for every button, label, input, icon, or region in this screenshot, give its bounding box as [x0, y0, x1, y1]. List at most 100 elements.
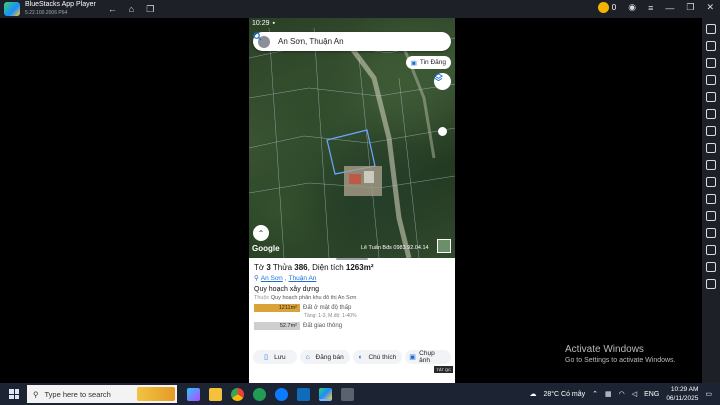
legend-icon: ◐: [358, 353, 363, 361]
tin-dang-button[interactable]: ▣ Tin Đăng: [405, 56, 451, 69]
clock-date: 06/11/2025: [666, 395, 699, 402]
taskbar-search[interactable]: ⚲ Type here to search: [27, 385, 177, 403]
house-icon: ⌂: [305, 353, 310, 361]
settings-icon[interactable]: [706, 262, 716, 272]
volume-icon[interactable]: [706, 41, 716, 51]
search-icon[interactable]: [253, 32, 262, 41]
layers-button[interactable]: [434, 73, 451, 90]
minimize-icon[interactable]: —: [665, 3, 674, 13]
coin-counter[interactable]: 0: [597, 2, 617, 13]
location-search-bar[interactable]: An Sơn, Thuận An: [253, 32, 451, 51]
map-marker-dot[interactable]: [438, 127, 447, 136]
residential-label: Đất ở mật độ thấp: [303, 305, 352, 311]
chrome-icon[interactable]: [231, 387, 244, 401]
sell-button[interactable]: ⌂ Đăng bán: [299, 350, 350, 364]
listing-icon: ▣: [410, 59, 417, 67]
google-logo: Google: [252, 244, 280, 253]
speaker-icon[interactable]: ◁: [632, 390, 637, 398]
search-icon: ⚲: [33, 389, 39, 399]
language-indicator[interactable]: ENG: [644, 391, 659, 398]
back-icon[interactable]: ←: [108, 4, 117, 14]
zalo-icon[interactable]: [275, 387, 288, 401]
legend-button[interactable]: ◐ Chú thích: [352, 350, 403, 364]
map-overlay: [249, 27, 455, 258]
window-version: 5.22.100.2006 P64: [25, 10, 68, 16]
weather-icon: ☁: [529, 391, 537, 398]
android-status-bar: 10:29 ▪: [249, 18, 455, 28]
activate-windows-watermark: Activate Windows Go to Settings to activ…: [565, 344, 676, 364]
camera-icon: ▣: [409, 353, 416, 361]
save-button[interactable]: ▯ Lưu: [253, 350, 297, 364]
parcel-address[interactable]: ⚲ An Sơn, Thuận An: [254, 274, 450, 283]
calculator-icon[interactable]: [341, 387, 354, 401]
apk-icon[interactable]: [706, 109, 716, 119]
notifications-icon[interactable]: ▭: [705, 390, 712, 398]
collapse-up-button[interactable]: ⌃: [253, 225, 269, 241]
copilot-icon[interactable]: [187, 387, 200, 401]
outlook-icon[interactable]: [297, 387, 310, 401]
satellite-map[interactable]: 10:29 ▪ An Sơn, Thuận An ▣ Tin Đăng ⌃ Go…: [249, 18, 455, 258]
close-icon[interactable]: ✕: [706, 2, 714, 13]
file-explorer-icon[interactable]: [209, 387, 222, 401]
wifi-icon[interactable]: ◠: [619, 390, 625, 398]
menu-icon[interactable]: ≡: [648, 3, 653, 13]
excel-icon[interactable]: [253, 387, 266, 401]
address-city[interactable]: Thuận An: [289, 275, 317, 282]
screen-icon[interactable]: [706, 58, 716, 68]
fullscreen-icon[interactable]: [706, 24, 716, 34]
layers-icon: [434, 73, 443, 82]
keyboard-icon[interactable]: [706, 75, 716, 85]
location-icon[interactable]: [706, 194, 716, 204]
android-screen: 10:29 ▪ An Sơn, Thuận An ▣ Tin Đăng ⌃ Go…: [249, 18, 455, 383]
planning-row-transport[interactable]: 52.7m² Đất giao thông: [254, 322, 450, 330]
home-icon[interactable]: ⌂: [127, 4, 136, 14]
activate-subtitle: Go to Settings to activate Windows.: [565, 357, 676, 364]
gamepad-icon[interactable]: [706, 92, 716, 102]
windows-start-icon[interactable]: [9, 389, 19, 399]
screenshot-icon[interactable]: [706, 126, 716, 136]
bookmark-icon: ▯: [264, 353, 268, 361]
macro-icon[interactable]: [706, 211, 716, 221]
residential-detail: Tầng: 1-3, M.độ: 1-40%: [304, 313, 357, 319]
clock-time: 10:29 AM: [670, 386, 699, 393]
tin-dang-label: Tin Đăng: [419, 59, 446, 66]
shake-icon[interactable]: [706, 160, 716, 170]
maximize-icon[interactable]: ❐: [686, 2, 694, 13]
status-time: 10:29: [252, 19, 270, 27]
residential-area-bar: 1211m²: [254, 304, 300, 312]
weather-text[interactable]: 28°C Có mây: [543, 391, 585, 398]
bluestacks-logo-icon: [4, 2, 20, 16]
capture-button[interactable]: ▣ Chụp ảnh: [405, 350, 451, 364]
activate-title: Activate Windows: [565, 344, 644, 355]
bluestacks-task-icon[interactable]: [319, 387, 332, 401]
account-icon[interactable]: ◉: [628, 2, 636, 13]
multitask-icon[interactable]: ❐: [146, 4, 155, 14]
planning-source: Thuộc Quy hoạch phân khu đô thị An Sơn: [254, 295, 357, 301]
chevron-up-icon: ⌃: [257, 228, 265, 238]
coin-count: 0: [611, 3, 617, 12]
system-tray: ☁ 28°C Có mây ⌃ ▦ ◠ ◁ ENG 10:29 AM 06/11…: [529, 383, 712, 405]
action-row: ▯ Lưu ⌂ Đăng bán ◐ Chú thích ▣ Chụp ảnh: [253, 350, 451, 364]
address-ward[interactable]: An Sơn: [261, 275, 283, 282]
map-type-thumbnail[interactable]: [437, 239, 451, 253]
rotate-icon[interactable]: [706, 177, 716, 187]
eco-mode-icon[interactable]: [706, 245, 716, 255]
window-title-block: BlueStacks App Player 5.22.100.2006 P64: [25, 1, 96, 17]
ad-off-tag[interactable]: TẮT QC: [434, 366, 453, 373]
windows-taskbar: ⚲ Type here to search ☁ 28°C Có mây ⌃ ▦ …: [0, 383, 720, 405]
taskbar-clock[interactable]: 10:29 AM 06/11/2025: [666, 385, 698, 403]
transport-label: Đất giao thông: [303, 323, 343, 329]
back-nav-icon[interactable]: [706, 279, 716, 289]
planning-row-residential[interactable]: 1211m² Đất ở mật độ thấp: [254, 304, 450, 312]
notification-icon: ▪: [272, 19, 276, 27]
emulator-titlebar: BlueStacks App Player 5.22.100.2006 P64 …: [0, 0, 720, 18]
folder-icon[interactable]: [706, 143, 716, 153]
emulator-sidebar: [702, 18, 720, 383]
chevron-up-icon[interactable]: ⌃: [592, 390, 598, 398]
parcel-info-panel: Tờ 3 Thửa 386, Diện tích 1263m² ⚲ An Sơn…: [249, 260, 455, 383]
multi-instance-icon[interactable]: [706, 228, 716, 238]
search-input[interactable]: An Sơn, Thuận An: [278, 37, 451, 46]
pin-icon: ⚲: [254, 275, 259, 282]
window-title: BlueStacks App Player: [25, 1, 96, 8]
network-icon[interactable]: ▦: [605, 390, 612, 398]
